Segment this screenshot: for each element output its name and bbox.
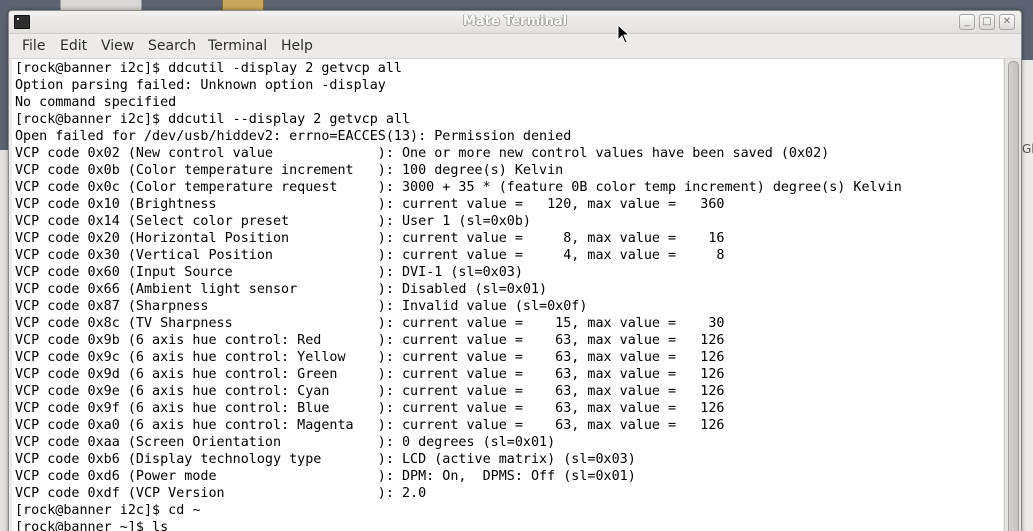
minimize-button[interactable]: _ <box>959 14 975 30</box>
mouse-pointer-icon <box>617 24 631 44</box>
terminal-line: VCP code 0xb6 (Display technology type )… <box>15 452 636 467</box>
menu-file[interactable]: File <box>22 38 45 54</box>
terminal-line: VCP code 0xdf (VCP Version ): 2.0 <box>15 486 427 501</box>
terminal-line: VCP code 0x9d (6 axis hue control: Green… <box>15 367 725 382</box>
menu-help[interactable]: Help <box>281 38 313 54</box>
close-button[interactable]: ✕ <box>999 14 1015 30</box>
terminal-line: VCP code 0x9b (6 axis hue control: Red )… <box>15 333 725 348</box>
title-bar[interactable]: Mate Terminal _ □ ✕ <box>9 11 1021 34</box>
menu-terminal[interactable]: Terminal <box>208 38 267 54</box>
terminal-output[interactable]: [rock@banner i2c]$ ddcutil -display 2 ge… <box>12 59 1003 531</box>
terminal-line: VCP code 0x9c (6 axis hue control: Yello… <box>15 350 725 365</box>
terminal-line: No command specified <box>15 95 177 110</box>
window-title: Mate Terminal <box>462 14 568 29</box>
background-window-left[interactable] <box>0 150 8 531</box>
terminal-line: VCP code 0xd6 (Power mode ): DPM: On, DP… <box>15 469 636 484</box>
terminal-line: VCP code 0x30 (Vertical Position ): curr… <box>15 248 725 263</box>
terminal-window: Mate Terminal _ □ ✕ File Edit View Searc… <box>8 10 1022 531</box>
maximize-button[interactable]: □ <box>979 14 995 30</box>
terminal-line: VCP code 0x0b (Color temperature increme… <box>15 163 564 178</box>
background-window-label: Gl <box>1022 142 1033 156</box>
menu-view[interactable]: View <box>101 38 134 54</box>
terminal-line: VCP code 0x8c (TV Sharpness ): current v… <box>15 316 725 331</box>
terminal-line: [rock@banner i2c]$ ddcutil -display 2 ge… <box>15 61 402 76</box>
menu-search[interactable]: Search <box>148 38 196 54</box>
terminal-line: VCP code 0x0c (Color temperature request… <box>15 180 902 195</box>
terminal-line: VCP code 0xaa (Screen Orientation ): 0 d… <box>15 435 556 450</box>
terminal-line: [rock@banner i2c]$ cd ~ <box>15 503 201 518</box>
background-window-right[interactable] <box>1021 60 1033 531</box>
menu-bar: File Edit View Search Terminal Help <box>9 34 1021 59</box>
terminal-line: VCP code 0x10 (Brightness ): current val… <box>15 197 725 212</box>
terminal-line: VCP code 0x60 (Input Source ): DVI-1 (sl… <box>15 265 523 280</box>
terminal-line: VCP code 0x14 (Select color preset ): Us… <box>15 214 531 229</box>
terminal-line: VCP code 0x02 (New control value ): One … <box>15 146 830 161</box>
scrollbar[interactable] <box>1004 59 1021 531</box>
terminal-line: VCP code 0x87 (Sharpness ): Invalid valu… <box>15 299 588 314</box>
terminal-line: Option parsing failed: Unknown option -d… <box>15 78 386 93</box>
terminal-line: VCP code 0x9f (6 axis hue control: Blue … <box>15 401 725 416</box>
menu-edit[interactable]: Edit <box>60 38 87 54</box>
terminal-line: [rock@banner ~]$ ls <box>15 520 169 531</box>
terminal-line: Open failed for /dev/usb/hiddev2: errno=… <box>15 129 572 144</box>
terminal-line: VCP code 0x20 (Horizontal Position ): cu… <box>15 231 725 246</box>
scrollbar-thumb[interactable] <box>1008 61 1019 531</box>
terminal-line: VCP code 0x66 (Ambient light sensor ): D… <box>15 282 548 297</box>
terminal-line: [rock@banner i2c]$ ddcutil --display 2 g… <box>15 112 411 127</box>
terminal-line: VCP code 0xa0 (6 axis hue control: Magen… <box>15 418 725 433</box>
terminal-line: VCP code 0x9e (6 axis hue control: Cyan … <box>15 384 725 399</box>
desktop: Gl Mate Terminal _ □ ✕ File Edit View Se… <box>0 0 1033 531</box>
terminal-text: [rock@banner i2c]$ ddcutil -display 2 ge… <box>15 60 902 531</box>
